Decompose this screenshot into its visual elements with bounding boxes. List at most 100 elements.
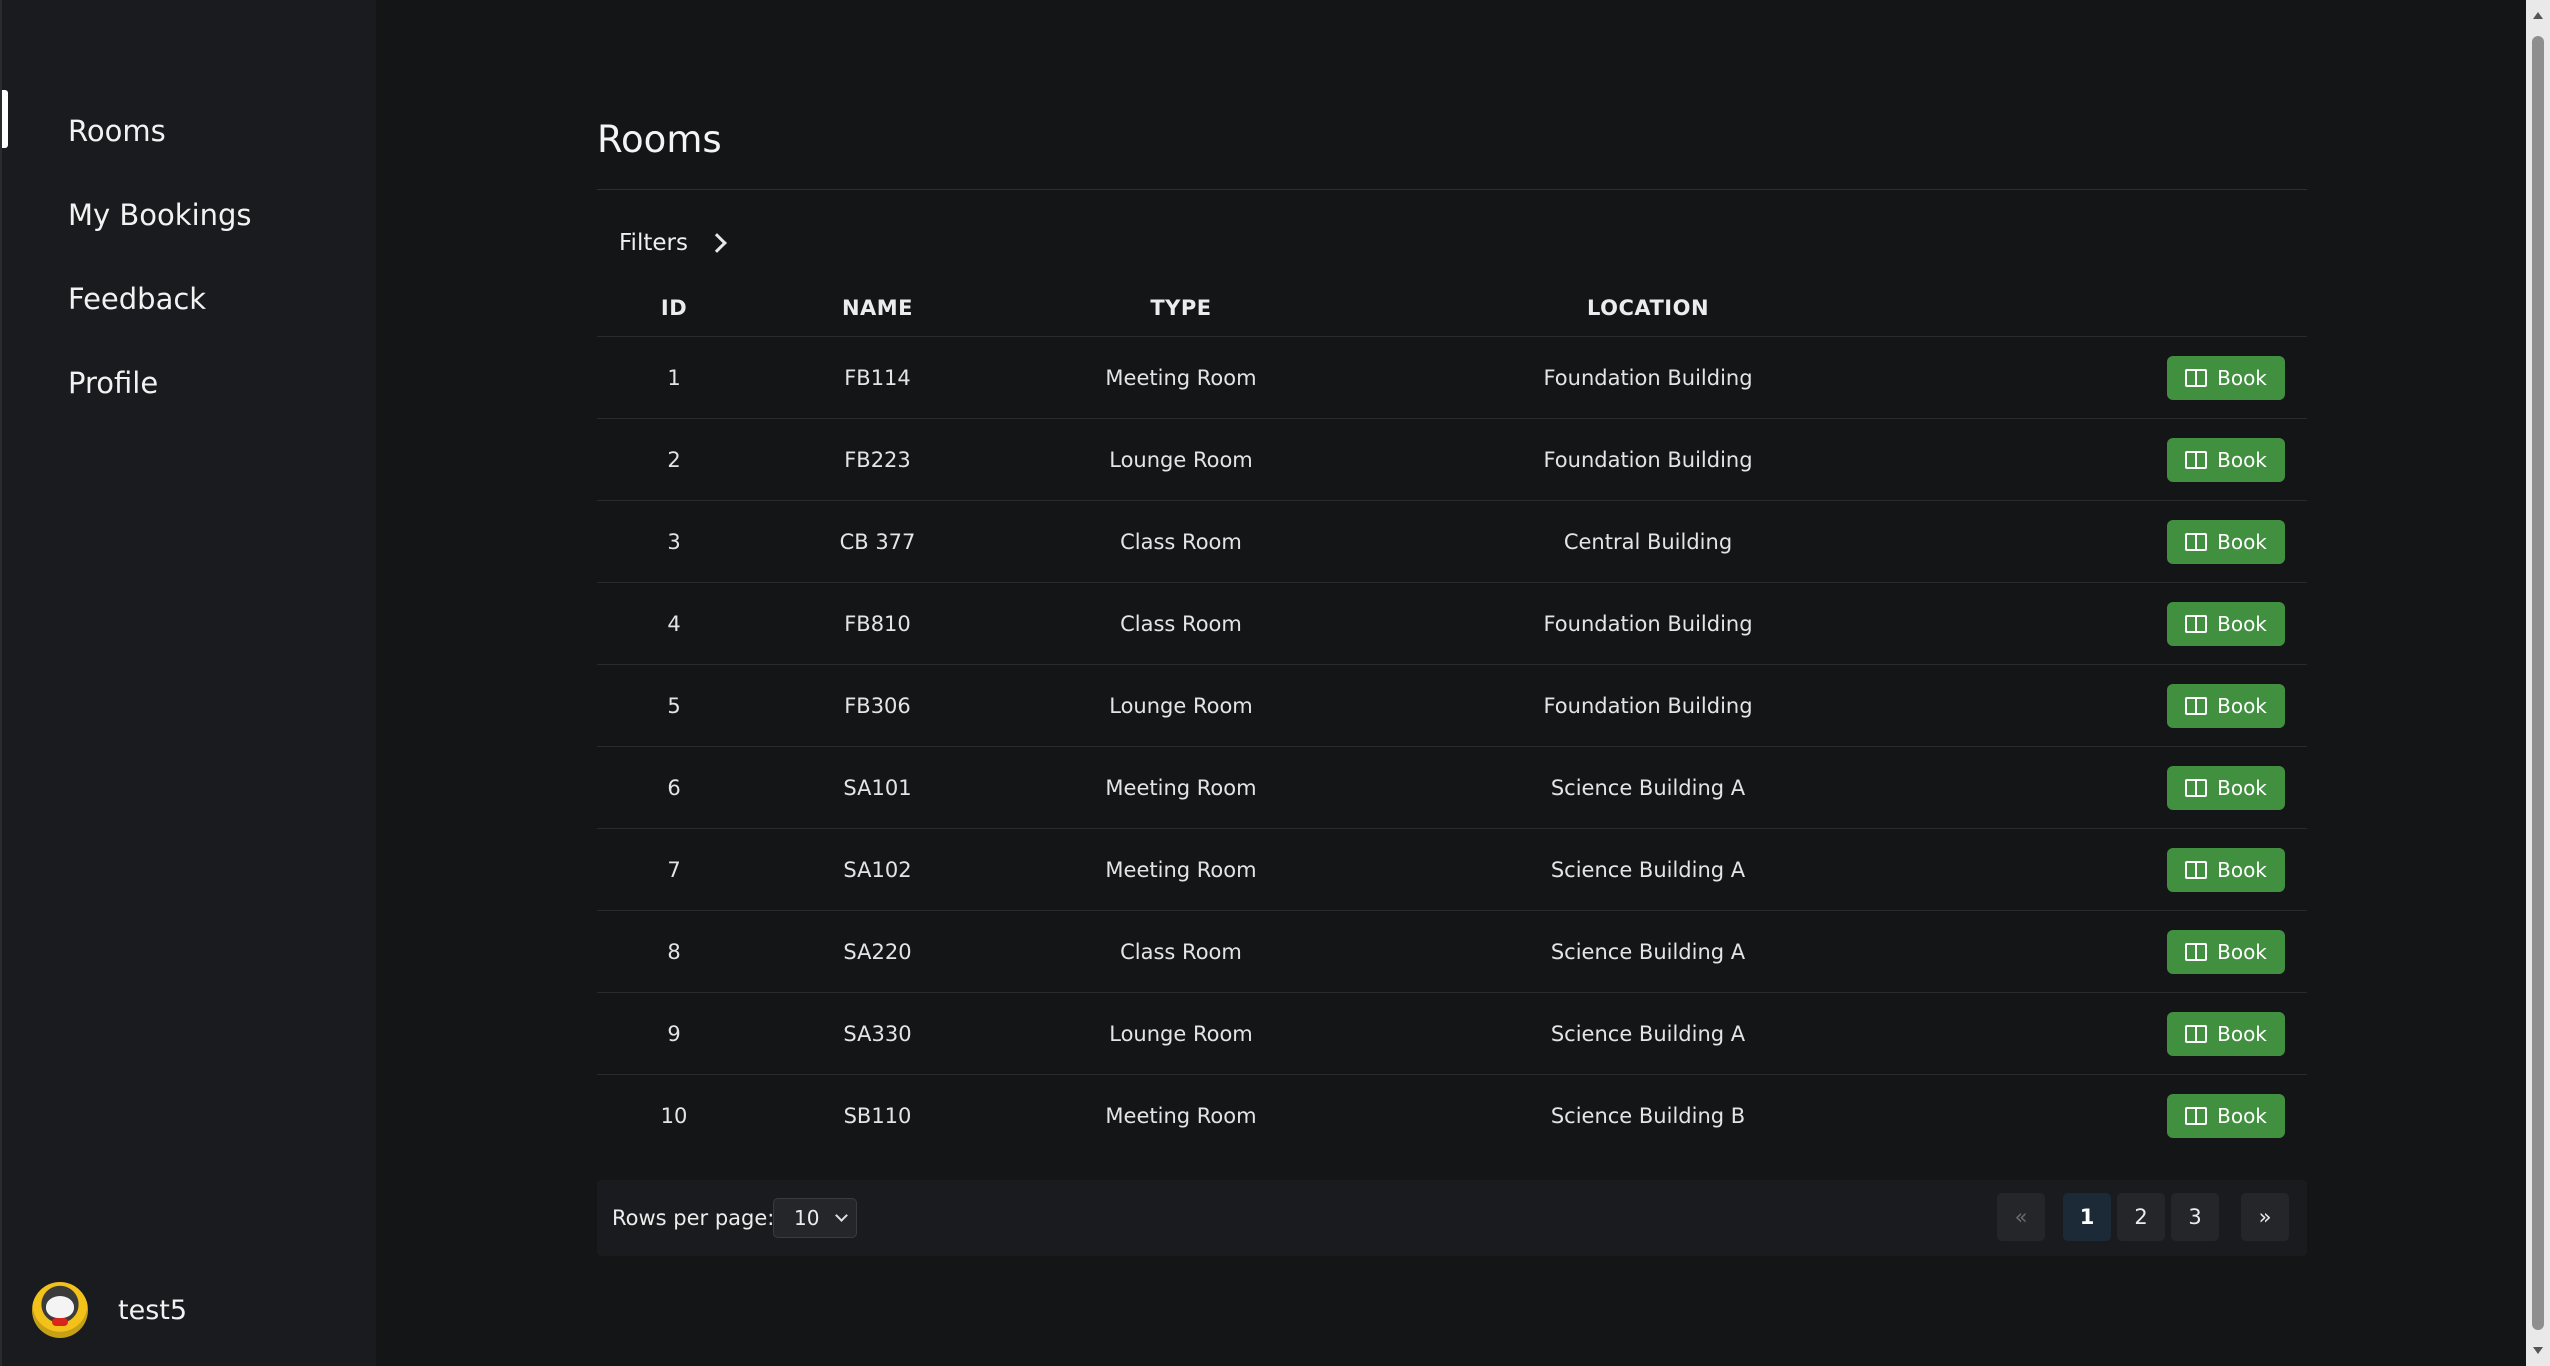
- vertical-scrollbar[interactable]: [2526, 0, 2550, 1366]
- cell-type: Meeting Room: [1105, 775, 1257, 800]
- cell-location: Science Building A: [1550, 1021, 1746, 1046]
- cell-location: Science Building B: [1550, 1104, 1746, 1128]
- cell-id: 5: [667, 693, 681, 718]
- book-label: Book: [2217, 693, 2267, 718]
- cell-name: FB810: [844, 611, 911, 636]
- table-row: 8 SA220 Class Room Science Building A Book: [597, 911, 2307, 993]
- book-label: Book: [2217, 857, 2267, 882]
- cell-action: Book: [1938, 665, 2307, 746]
- table-row: 3 CB 377 Class Room Central Building Book: [597, 501, 2307, 583]
- book-label: Book: [2217, 365, 2267, 390]
- book-button[interactable]: Book: [2167, 519, 2285, 564]
- cell-name: SA102: [843, 857, 912, 882]
- header-name: NAME: [841, 296, 914, 320]
- cell-type: Class Room: [1120, 529, 1242, 554]
- page-title: Rooms: [597, 118, 722, 161]
- cell-type: Lounge Room: [1109, 447, 1253, 472]
- cell-location: Science Building A: [1550, 775, 1746, 800]
- cell-action: Book: [1938, 911, 2307, 992]
- cell-type: Meeting Room: [1105, 365, 1257, 390]
- header-id: ID: [660, 296, 688, 320]
- book-icon: [2185, 532, 2208, 551]
- rows-per-page-select[interactable]: 10: [773, 1198, 857, 1238]
- rows-per-page-label: Rows per page:: [612, 1206, 775, 1230]
- book-button[interactable]: Book: [2167, 847, 2285, 892]
- book-button[interactable]: Book: [2167, 683, 2285, 728]
- book-button[interactable]: Book: [2167, 1011, 2285, 1056]
- sidebar-item-my-bookings[interactable]: My Bookings: [68, 198, 252, 232]
- cell-type: Meeting Room: [1105, 857, 1257, 882]
- scroll-up-arrow-icon[interactable]: [2533, 12, 2543, 19]
- table-header: ID NAME TYPE LOCATION: [597, 280, 2307, 337]
- book-icon: [2185, 450, 2208, 469]
- chevron-down-icon: [835, 1209, 848, 1222]
- cell-name: SA330: [843, 1021, 912, 1046]
- cell-name: FB223: [844, 447, 911, 472]
- cell-name: CB 377: [839, 529, 916, 554]
- divider: [597, 189, 2307, 190]
- page-button-1[interactable]: 1: [2063, 1193, 2111, 1241]
- filters-label: Filters: [619, 230, 688, 256]
- book-icon: [2185, 614, 2208, 633]
- cell-action: Book: [1938, 993, 2307, 1074]
- book-button[interactable]: Book: [2167, 1094, 2285, 1138]
- cell-type: Lounge Room: [1109, 1021, 1253, 1046]
- cell-action: Book: [1938, 747, 2307, 828]
- book-label: Book: [2217, 939, 2267, 964]
- next-page-button[interactable]: »: [2241, 1193, 2289, 1241]
- table-row: 2 FB223 Lounge Room Foundation Building Book: [597, 419, 2307, 501]
- table-row: 7 SA102 Meeting Room Science Building A Book: [597, 829, 2307, 911]
- username: test5: [118, 1294, 188, 1326]
- cell-name: SB110: [843, 1104, 912, 1128]
- cell-location: Foundation Building: [1543, 693, 1753, 718]
- user-menu[interactable]: test5: [32, 1282, 187, 1338]
- cell-name: SA101: [843, 775, 912, 800]
- cell-action: Book: [1938, 583, 2307, 664]
- book-icon: [2185, 1024, 2208, 1043]
- cell-location: Foundation Building: [1543, 611, 1753, 636]
- book-icon: [2185, 860, 2208, 879]
- cell-id: 1: [667, 365, 681, 390]
- table-row: 9 SA330 Lounge Room Science Building A Book: [597, 993, 2307, 1075]
- book-label: Book: [2217, 447, 2267, 472]
- book-label: Book: [2217, 775, 2267, 800]
- sidebar: Rooms My Bookings Feedback Profile test5: [0, 0, 376, 1366]
- scroll-down-arrow-icon[interactable]: [2533, 1347, 2543, 1354]
- sidebar-item-feedback[interactable]: Feedback: [68, 282, 206, 316]
- cell-id: 10: [660, 1104, 688, 1128]
- book-label: Book: [2217, 529, 2267, 554]
- sidebar-item-profile[interactable]: Profile: [68, 366, 158, 400]
- page-button-2[interactable]: 2: [2117, 1193, 2165, 1241]
- book-label: Book: [2217, 611, 2267, 636]
- cell-location: Central Building: [1563, 529, 1733, 554]
- cell-action: Book: [1938, 419, 2307, 500]
- table-row: 5 FB306 Lounge Room Foundation Building Book: [597, 665, 2307, 747]
- prev-page-button[interactable]: «: [1997, 1193, 2045, 1241]
- book-button[interactable]: Book: [2167, 437, 2285, 482]
- cell-id: 2: [667, 447, 681, 472]
- table-row: 6 SA101 Meeting Room Science Building A Book: [597, 747, 2307, 829]
- book-button[interactable]: Book: [2167, 355, 2285, 400]
- filters-toggle[interactable]: Filters: [619, 230, 727, 256]
- scroll-thumb[interactable]: [2532, 36, 2544, 1330]
- table-row: 10 SB110 Meeting Room Science Building B Boo…: [597, 1075, 2307, 1157]
- cell-action: Book: [1938, 337, 2307, 418]
- cell-id: 6: [667, 775, 681, 800]
- book-button[interactable]: Book: [2167, 765, 2285, 810]
- cell-type: Class Room: [1120, 611, 1242, 636]
- avatar: [32, 1282, 88, 1338]
- book-button[interactable]: Book: [2167, 601, 2285, 646]
- cell-type: Meeting Room: [1105, 1104, 1257, 1128]
- cell-name: SA220: [843, 939, 912, 964]
- page-button-3[interactable]: 3: [2171, 1193, 2219, 1241]
- header-type: TYPE: [1150, 296, 1212, 320]
- book-icon: [2185, 942, 2208, 961]
- cell-location: Foundation Building: [1543, 447, 1753, 472]
- book-icon: [2185, 696, 2208, 715]
- rows-per-page-value: 10: [794, 1206, 820, 1230]
- book-button[interactable]: Book: [2167, 929, 2285, 974]
- book-icon: [2185, 778, 2208, 797]
- sidebar-item-rooms[interactable]: Rooms: [68, 114, 166, 148]
- table-body: 1 FB114 Meeting Room Foundation Building Boo…: [597, 337, 2307, 1157]
- cell-id: 4: [667, 611, 681, 636]
